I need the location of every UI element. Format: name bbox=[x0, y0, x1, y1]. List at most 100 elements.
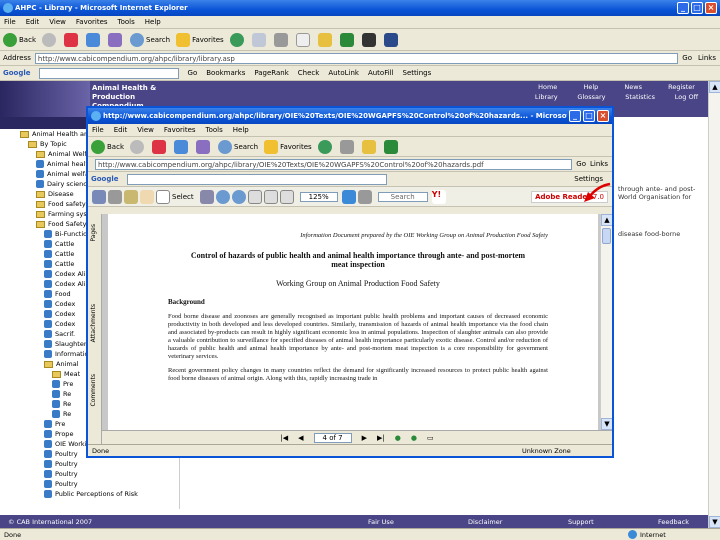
go-back-icon[interactable]: ● bbox=[395, 434, 401, 442]
edit-button[interactable] bbox=[295, 32, 312, 47]
pdf-title-bar[interactable]: http://www.cabicompendium.org/ahpc/libra… bbox=[88, 108, 612, 124]
sidebar-tab[interactable] bbox=[0, 117, 90, 129]
menu-favorites[interactable]: Favorites bbox=[76, 18, 108, 26]
nav-glossary[interactable]: Glossary bbox=[577, 93, 605, 101]
nav-help[interactable]: Help bbox=[583, 83, 598, 91]
tree-item[interactable]: Poultry bbox=[20, 469, 179, 479]
pdf-maximize-button[interactable]: □ bbox=[583, 110, 595, 122]
back-button[interactable]: Back bbox=[3, 32, 36, 47]
refresh-button[interactable] bbox=[174, 139, 190, 154]
last-page-icon[interactable]: ▶| bbox=[377, 434, 385, 442]
favorites-button[interactable]: Favorites bbox=[264, 139, 312, 154]
tree-item[interactable]: Poultry bbox=[20, 459, 179, 469]
hand-tool-icon[interactable] bbox=[140, 189, 154, 204]
menu-file[interactable]: File bbox=[4, 18, 16, 26]
prev-page-icon[interactable]: ◀ bbox=[298, 434, 303, 442]
print-button[interactable] bbox=[339, 139, 356, 154]
pdf-scroll-thumb[interactable] bbox=[602, 228, 611, 244]
home-button[interactable] bbox=[196, 139, 212, 154]
actual-size-icon[interactable] bbox=[247, 189, 262, 204]
nav-library[interactable]: Library bbox=[535, 93, 558, 101]
close-button[interactable]: × bbox=[705, 2, 717, 14]
tab-attachments[interactable]: Attachments bbox=[90, 304, 97, 342]
google-settings-button[interactable]: Settings bbox=[403, 69, 432, 77]
nav-logoff[interactable]: Log Off bbox=[675, 93, 698, 101]
pdf-go-button[interactable]: Go bbox=[576, 160, 586, 168]
menu-help[interactable]: Help bbox=[145, 18, 161, 26]
minimize-button[interactable]: _ bbox=[677, 2, 689, 14]
favorites-button[interactable]: Favorites bbox=[176, 32, 224, 47]
pdf-google-search-input[interactable] bbox=[126, 173, 387, 185]
go-forward-icon[interactable]: ● bbox=[411, 434, 417, 442]
forward-button[interactable] bbox=[42, 32, 58, 47]
footer-support[interactable]: Support bbox=[568, 518, 658, 526]
folder-button[interactable] bbox=[361, 139, 378, 154]
footer-disclaimer[interactable]: Disclaimer bbox=[468, 518, 568, 526]
scroll-down-arrow[interactable]: ▼ bbox=[709, 516, 720, 528]
pdf-scroll-down-arrow[interactable]: ▼ bbox=[601, 418, 612, 430]
back-button[interactable]: Back bbox=[91, 139, 124, 154]
messenger-button[interactable] bbox=[383, 139, 400, 154]
save-icon[interactable] bbox=[92, 189, 106, 204]
maximize-button[interactable]: □ bbox=[691, 2, 703, 14]
pdf-links-label[interactable]: Links bbox=[590, 160, 608, 168]
mail-button[interactable] bbox=[251, 32, 268, 47]
menu-tools[interactable]: Tools bbox=[206, 126, 223, 134]
tool-button[interactable] bbox=[361, 32, 378, 47]
footer-feedback[interactable]: Feedback bbox=[658, 518, 689, 526]
footer-fair-use[interactable]: Fair Use bbox=[368, 518, 468, 526]
folder-button[interactable] bbox=[317, 32, 334, 47]
google-pagerank-button[interactable]: PageRank bbox=[254, 69, 288, 77]
nav-register[interactable]: Register bbox=[668, 83, 695, 91]
nav-news[interactable]: News bbox=[624, 83, 642, 91]
zoom-out-icon[interactable] bbox=[231, 189, 246, 204]
google-go-button[interactable]: Go bbox=[188, 69, 198, 77]
menu-file[interactable]: File bbox=[92, 126, 104, 134]
outer-address-input[interactable]: http://www.cabicompendium.org/ahpc/libra… bbox=[34, 52, 679, 64]
fit-width-icon[interactable] bbox=[279, 189, 294, 204]
menu-edit[interactable]: Edit bbox=[26, 18, 40, 26]
zoom-in-icon[interactable] bbox=[215, 189, 230, 204]
page-number-field[interactable]: 4 of 7 bbox=[313, 432, 352, 443]
stop-button[interactable] bbox=[64, 32, 80, 47]
google-bookmarks-button[interactable]: Bookmarks bbox=[206, 69, 245, 77]
menu-tools[interactable]: Tools bbox=[118, 18, 135, 26]
tab-comments[interactable]: Comments bbox=[90, 374, 97, 407]
forward-button[interactable] bbox=[130, 139, 146, 154]
rotate-icon[interactable] bbox=[341, 189, 356, 204]
scroll-up-arrow[interactable]: ▲ bbox=[709, 81, 720, 93]
pdf-close-button[interactable]: × bbox=[597, 110, 609, 122]
google-check-button[interactable]: Check bbox=[298, 69, 320, 77]
stop-button[interactable] bbox=[152, 139, 168, 154]
fit-page-icon[interactable] bbox=[263, 189, 278, 204]
menu-view[interactable]: View bbox=[137, 126, 154, 134]
next-page-icon[interactable]: ▶ bbox=[362, 434, 367, 442]
home-button[interactable] bbox=[108, 32, 124, 47]
menu-edit[interactable]: Edit bbox=[114, 126, 128, 134]
google-autofill-button[interactable]: AutoFill bbox=[368, 69, 394, 77]
email-icon[interactable] bbox=[124, 189, 138, 204]
nav-home[interactable]: Home bbox=[538, 83, 557, 91]
print-icon[interactable] bbox=[108, 189, 122, 204]
tab-pages[interactable]: Pages bbox=[90, 224, 97, 242]
pdf-scrollbar[interactable]: ▲ ▼ bbox=[600, 214, 612, 430]
search-button[interactable]: Search bbox=[218, 139, 258, 154]
snapshot-icon[interactable] bbox=[199, 189, 214, 204]
history-button[interactable] bbox=[317, 139, 334, 154]
pdf-search-field[interactable]: Search bbox=[377, 191, 428, 202]
print-button[interactable] bbox=[273, 32, 290, 47]
google-autolink-button[interactable]: AutoLink bbox=[328, 69, 359, 77]
menu-favorites[interactable]: Favorites bbox=[164, 126, 196, 134]
outer-title-bar[interactable]: AHPC - Library - Microsoft Internet Expl… bbox=[0, 0, 720, 16]
tree-item[interactable]: Poultry bbox=[20, 479, 179, 489]
layout-icon[interactable]: ▭ bbox=[427, 434, 434, 442]
refresh-button[interactable] bbox=[86, 32, 102, 47]
zoom-level-select[interactable]: 125% bbox=[299, 191, 338, 202]
google-search-input[interactable] bbox=[38, 67, 179, 79]
outer-scrollbar[interactable]: ▲ ▼ bbox=[708, 81, 720, 528]
pdf-address-input[interactable]: http://www.cabicompendium.org/ahpc/libra… bbox=[95, 158, 573, 170]
yahoo-icon[interactable]: Y! bbox=[431, 189, 446, 204]
research-button[interactable] bbox=[383, 32, 400, 47]
select-tool-button[interactable]: Select bbox=[156, 189, 194, 204]
bookmark-icon[interactable] bbox=[357, 189, 372, 204]
